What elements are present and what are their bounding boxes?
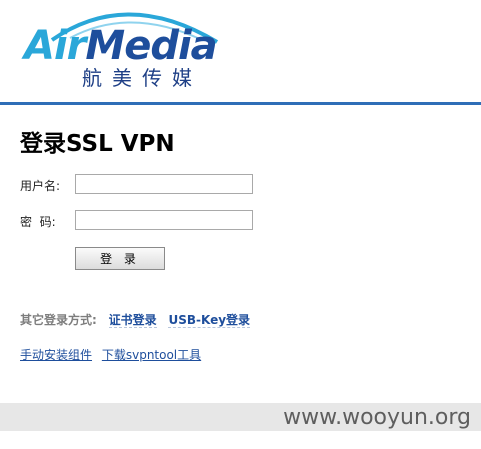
watermark-text: www.wooyun.org <box>283 405 471 430</box>
download-tool-link[interactable]: 下载svpntool工具 <box>102 348 201 362</box>
logo-word-air: Air <box>24 23 86 69</box>
password-label: 密 码: <box>20 215 56 229</box>
password-input[interactable] <box>75 210 253 230</box>
username-input[interactable] <box>75 174 253 194</box>
header-divider <box>0 102 481 105</box>
cert-login-link[interactable]: 证书登录 <box>108 313 157 328</box>
username-label: 用户名: <box>20 179 61 193</box>
airmedia-logo: AirMedia 航美传媒 <box>12 0 242 92</box>
login-button[interactable]: 登 录 <box>75 247 165 270</box>
page-title: 登录SSL VPN <box>20 131 175 157</box>
usbkey-login-link[interactable]: USB-Key登录 <box>168 313 251 328</box>
other-methods-label: 其它登录方式: <box>20 313 97 327</box>
tool-links: 手动安装组件 下载svpntool工具 <box>20 346 207 363</box>
other-login-methods: 其它登录方式: 证书登录 USB-Key登录 <box>20 311 251 328</box>
manual-install-link[interactable]: 手动安装组件 <box>20 348 92 362</box>
logo-chinese-name: 航美传媒 <box>82 66 202 90</box>
